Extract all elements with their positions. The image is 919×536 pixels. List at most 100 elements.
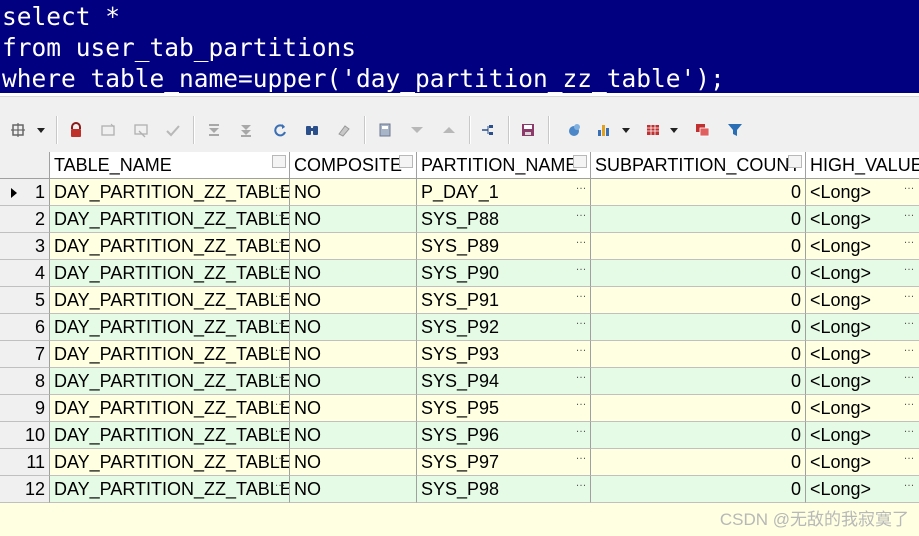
cell-editor-button[interactable]: …: [274, 208, 286, 219]
cell-composite[interactable]: NO: [290, 422, 417, 449]
column-filter-button[interactable]: [573, 155, 587, 168]
cell-editor-button[interactable]: …: [903, 181, 915, 192]
cell-editor-button[interactable]: …: [274, 478, 286, 489]
cell-high-value[interactable]: <Long>…: [806, 449, 919, 476]
cell-partition-name[interactable]: P_DAY_1…: [417, 179, 591, 206]
cell-partition-name[interactable]: SYS_P93…: [417, 341, 591, 368]
cell-editor-button[interactable]: …: [575, 424, 587, 435]
row-number[interactable]: 5: [0, 287, 50, 314]
cell-subpartition-count[interactable]: 0: [591, 314, 806, 341]
row-number[interactable]: 2: [0, 206, 50, 233]
cell-editor-button[interactable]: …: [274, 451, 286, 462]
query-builder-icon[interactable]: [564, 120, 584, 140]
cell-editor-button[interactable]: …: [903, 235, 915, 246]
cell-editor-button[interactable]: …: [903, 316, 915, 327]
cell-subpartition-count[interactable]: 0: [591, 260, 806, 287]
cell-subpartition-count[interactable]: 0: [591, 449, 806, 476]
cell-subpartition-count[interactable]: 0: [591, 368, 806, 395]
cell-editor-button[interactable]: …: [575, 370, 587, 381]
cell-table-name[interactable]: DAY_PARTITION_ZZ_TABLE…: [50, 449, 290, 476]
cell-composite[interactable]: NO: [290, 368, 417, 395]
cell-partition-name[interactable]: SYS_P98…: [417, 476, 591, 503]
cell-editor-button[interactable]: …: [903, 289, 915, 300]
cell-high-value[interactable]: <Long>…: [806, 476, 919, 503]
filter-icon[interactable]: [725, 120, 745, 140]
cell-subpartition-count[interactable]: 0: [591, 476, 806, 503]
cell-editor-button[interactable]: …: [903, 343, 915, 354]
cell-partition-name[interactable]: SYS_P88…: [417, 206, 591, 233]
cell-partition-name[interactable]: SYS_P97…: [417, 449, 591, 476]
cell-editor-button[interactable]: …: [903, 451, 915, 462]
cell-composite[interactable]: NO: [290, 179, 417, 206]
column-filter-button[interactable]: [788, 155, 802, 168]
delete-record-icon[interactable]: [131, 120, 151, 140]
cell-editor-button[interactable]: …: [274, 424, 286, 435]
export-table-icon[interactable]: [643, 120, 663, 140]
cell-editor-button[interactable]: …: [903, 208, 915, 219]
cell-partition-name[interactable]: SYS_P89…: [417, 233, 591, 260]
cell-partition-name[interactable]: SYS_P94…: [417, 368, 591, 395]
chart-icon[interactable]: [594, 120, 614, 140]
column-filter-button[interactable]: [272, 155, 286, 168]
cell-editor-button[interactable]: …: [575, 316, 587, 327]
cell-editor-button[interactable]: …: [575, 208, 587, 219]
cell-table-name[interactable]: DAY_PARTITION_ZZ_TABLE…: [50, 476, 290, 503]
sort-down-icon[interactable]: [407, 120, 427, 140]
cell-high-value[interactable]: <Long>…: [806, 179, 919, 206]
first-record-icon[interactable]: [204, 120, 224, 140]
cell-editor-button[interactable]: …: [274, 343, 286, 354]
cell-subpartition-count[interactable]: 0: [591, 179, 806, 206]
cell-high-value[interactable]: <Long>…: [806, 287, 919, 314]
row-number[interactable]: 6: [0, 314, 50, 341]
cell-table-name[interactable]: DAY_PARTITION_ZZ_TABLE…: [50, 395, 290, 422]
cell-high-value[interactable]: <Long>…: [806, 368, 919, 395]
cell-composite[interactable]: NO: [290, 314, 417, 341]
cell-composite[interactable]: NO: [290, 206, 417, 233]
cell-editor-button[interactable]: …: [274, 181, 286, 192]
cell-composite[interactable]: NO: [290, 476, 417, 503]
cell-editor-button[interactable]: …: [274, 397, 286, 408]
cell-editor-button[interactable]: …: [903, 397, 915, 408]
row-number[interactable]: 9: [0, 395, 50, 422]
grid-options-icon[interactable]: [8, 120, 28, 140]
cell-editor-button[interactable]: …: [575, 451, 587, 462]
insert-record-icon[interactable]: [98, 120, 118, 140]
cell-composite[interactable]: NO: [290, 449, 417, 476]
row-number[interactable]: 11: [0, 449, 50, 476]
column-header-high-value[interactable]: HIGH_VALUE: [806, 152, 919, 179]
column-header-subpartition-count[interactable]: SUBPARTITION_COUNT: [591, 152, 806, 179]
cell-partition-name[interactable]: SYS_P91…: [417, 287, 591, 314]
cell-partition-name[interactable]: SYS_P90…: [417, 260, 591, 287]
cell-high-value[interactable]: <Long>…: [806, 260, 919, 287]
cell-table-name[interactable]: DAY_PARTITION_ZZ_TABLE…: [50, 260, 290, 287]
cell-subpartition-count[interactable]: 0: [591, 341, 806, 368]
cell-editor-button[interactable]: …: [274, 262, 286, 273]
cell-editor-button[interactable]: …: [903, 262, 915, 273]
cell-composite[interactable]: NO: [290, 233, 417, 260]
row-number[interactable]: 1: [0, 179, 50, 206]
sql-line-2[interactable]: from user_tab_partitions: [2, 32, 356, 63]
row-number[interactable]: 8: [0, 368, 50, 395]
cell-subpartition-count[interactable]: 0: [591, 422, 806, 449]
cell-table-name[interactable]: DAY_PARTITION_ZZ_TABLE…: [50, 233, 290, 260]
sql-line-3[interactable]: where table_name=upper('day_partition_zz…: [2, 63, 725, 94]
cell-editor-button[interactable]: …: [575, 235, 587, 246]
clear-icon[interactable]: [334, 120, 354, 140]
cell-editor-button[interactable]: …: [274, 316, 286, 327]
cell-table-name[interactable]: DAY_PARTITION_ZZ_TABLE…: [50, 314, 290, 341]
sql-editor[interactable]: select * from user_tab_partitions where …: [0, 0, 919, 95]
cell-composite[interactable]: NO: [290, 287, 417, 314]
cell-subpartition-count[interactable]: 0: [591, 206, 806, 233]
row-number[interactable]: 12: [0, 476, 50, 503]
cell-editor-button[interactable]: …: [274, 370, 286, 381]
column-header-partition-name[interactable]: PARTITION_NAME: [417, 152, 591, 179]
column-header-table-name[interactable]: TABLE_NAME: [50, 152, 290, 179]
cell-table-name[interactable]: DAY_PARTITION_ZZ_TABLE…: [50, 287, 290, 314]
link-icon[interactable]: [478, 120, 498, 140]
cell-high-value[interactable]: <Long>…: [806, 395, 919, 422]
cell-composite[interactable]: NO: [290, 260, 417, 287]
row-number[interactable]: 7: [0, 341, 50, 368]
sql-line-1[interactable]: select *: [2, 1, 120, 32]
chevron-down-icon[interactable]: [37, 128, 45, 133]
cell-editor-button[interactable]: …: [903, 424, 915, 435]
